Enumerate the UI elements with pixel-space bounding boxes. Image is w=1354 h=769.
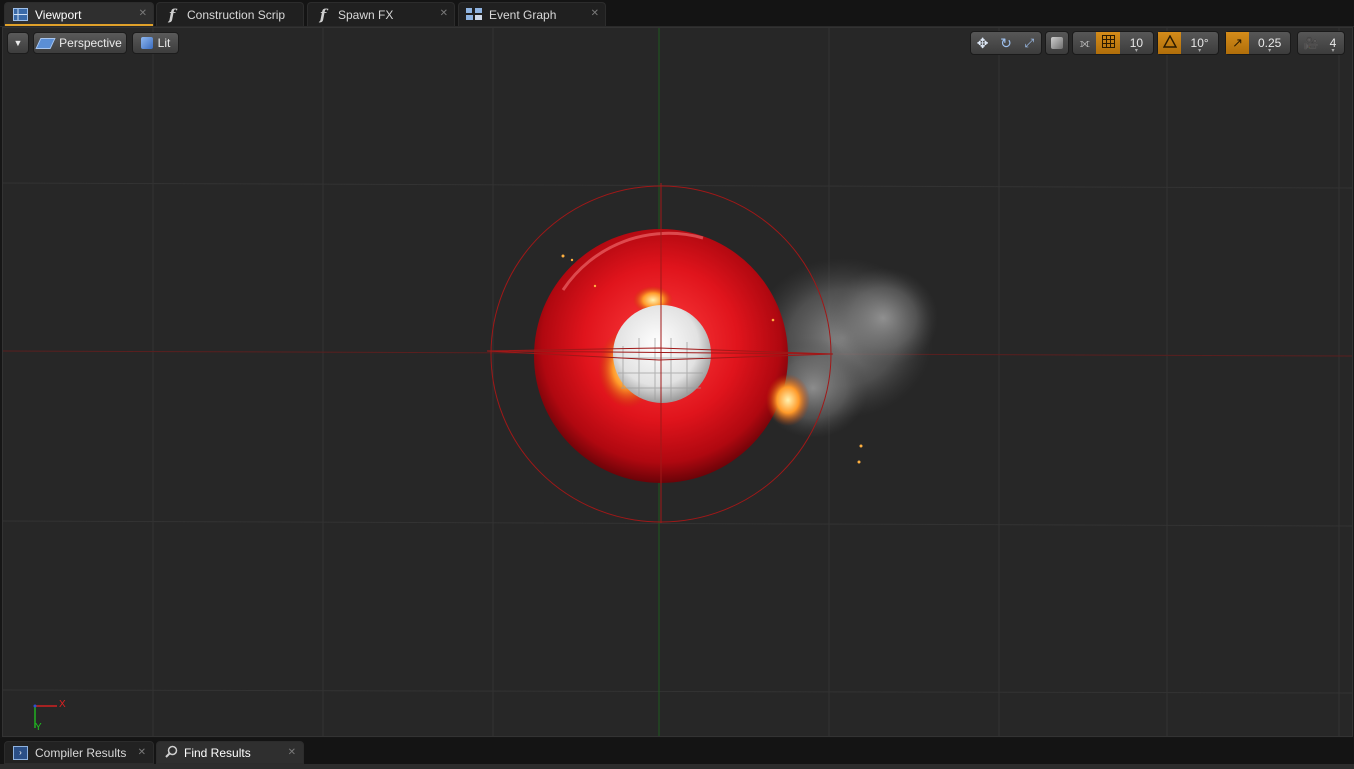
rotation-snap-toggle[interactable] bbox=[1158, 32, 1182, 54]
tab-event-graph[interactable]: Event Graph ✕ bbox=[458, 2, 606, 26]
grid-icon bbox=[1101, 35, 1115, 51]
rotation-snap-group: 10° ▾ bbox=[1157, 31, 1219, 55]
scale-snap-toggle[interactable]: ↗ bbox=[1226, 32, 1250, 54]
chevron-down-icon: ▾ bbox=[1331, 48, 1335, 54]
chevron-down-icon: ▾ bbox=[1268, 48, 1272, 54]
y-axis-label: Y bbox=[35, 722, 42, 733]
close-icon[interactable]: ✕ bbox=[138, 747, 146, 758]
tab-find-results[interactable]: Find Results ✕ bbox=[156, 741, 304, 764]
close-icon[interactable]: ✕ bbox=[139, 8, 147, 19]
function-icon: f bbox=[319, 5, 327, 24]
x-axis-label: X bbox=[59, 699, 66, 710]
tab-label: Find Results bbox=[184, 745, 251, 760]
surface-snap-icon: ⟗ bbox=[1079, 35, 1090, 50]
tab-viewport[interactable]: Viewport ✕ bbox=[4, 2, 154, 26]
bottom-panel-edge bbox=[0, 764, 1354, 769]
level-viewport[interactable]: ▼ Perspective Lit ✥ ↻ ⤢ ⟗ 10 ▾ 10° ▾ ↗ 0… bbox=[2, 27, 1353, 737]
tab-label: Compiler Results bbox=[35, 745, 127, 760]
grid-snap-group: ⟗ 10 ▾ bbox=[1072, 31, 1154, 55]
document-tab-bar: Viewport ✕ f Construction Scrip ✕ f Spaw… bbox=[0, 0, 1354, 27]
scale-tool-button[interactable]: ⤢ bbox=[1018, 32, 1041, 54]
tab-label: Construction Scrip bbox=[187, 7, 286, 22]
scale-snap-group: ↗ 0.25 ▾ bbox=[1225, 31, 1291, 55]
event-graph-icon bbox=[465, 6, 483, 24]
close-icon[interactable]: ✕ bbox=[591, 8, 599, 19]
viewport-options-button[interactable]: ▼ bbox=[7, 32, 29, 54]
grid-snap-toggle[interactable] bbox=[1096, 32, 1120, 54]
perspective-button[interactable]: Perspective bbox=[33, 32, 127, 54]
rotate-tool-button[interactable]: ↻ bbox=[994, 32, 1017, 54]
lit-cube-icon bbox=[140, 37, 153, 49]
scale-icon: ⤢ bbox=[1024, 35, 1035, 50]
camera-icon: 🎥 bbox=[1303, 36, 1319, 50]
rotate-icon: ↻ bbox=[1000, 34, 1012, 51]
chevron-down-icon: ▾ bbox=[1198, 48, 1202, 54]
lit-label: Lit bbox=[157, 36, 171, 50]
chevron-down-icon: ▾ bbox=[1134, 48, 1138, 54]
compiler-icon: › bbox=[13, 745, 28, 760]
close-icon[interactable]: ✕ bbox=[440, 8, 448, 19]
tab-label: Spawn FX bbox=[338, 7, 394, 22]
tab-construction-script[interactable]: f Construction Scrip ✕ bbox=[156, 2, 304, 26]
translate-icon: ✥ bbox=[976, 34, 989, 51]
world-cube-icon bbox=[1051, 37, 1063, 49]
coordinate-system-button[interactable] bbox=[1045, 31, 1069, 55]
tab-label: Viewport bbox=[35, 7, 82, 22]
viewport-grid-icon bbox=[11, 6, 29, 24]
transform-tools-group: ✥ ↻ ⤢ bbox=[970, 31, 1042, 55]
scale-snap-value-dropdown[interactable]: 0.25 ▾ bbox=[1249, 32, 1290, 54]
lit-button[interactable]: Lit bbox=[132, 32, 179, 54]
perspective-label: Perspective bbox=[59, 36, 122, 50]
scale-arrow-icon: ↗ bbox=[1232, 35, 1244, 50]
perspective-icon bbox=[35, 37, 56, 49]
viewport-scene[interactable] bbox=[3, 28, 1352, 736]
tab-label: Event Graph bbox=[489, 7, 557, 22]
tab-spawn-fx[interactable]: f Spawn FX ✕ bbox=[307, 2, 455, 26]
camera-speed-dropdown[interactable]: 🎥 4 ▾ bbox=[1297, 31, 1345, 55]
rotation-snap-value-dropdown[interactable]: 10° ▾ bbox=[1181, 32, 1218, 54]
translate-tool-button[interactable]: ✥ bbox=[971, 32, 994, 54]
search-icon bbox=[165, 745, 178, 761]
function-icon: f bbox=[168, 5, 176, 24]
surface-snap-button[interactable]: ⟗ bbox=[1073, 32, 1096, 54]
axis-gizmo: X Y bbox=[29, 698, 79, 734]
chevron-down-icon: ▼ bbox=[13, 38, 23, 48]
close-icon[interactable]: ✕ bbox=[288, 747, 296, 758]
angle-icon bbox=[1162, 34, 1177, 51]
grid-snap-value-dropdown[interactable]: 10 ▾ bbox=[1120, 32, 1153, 54]
tab-compiler-results[interactable]: › Compiler Results ✕ bbox=[4, 741, 154, 764]
